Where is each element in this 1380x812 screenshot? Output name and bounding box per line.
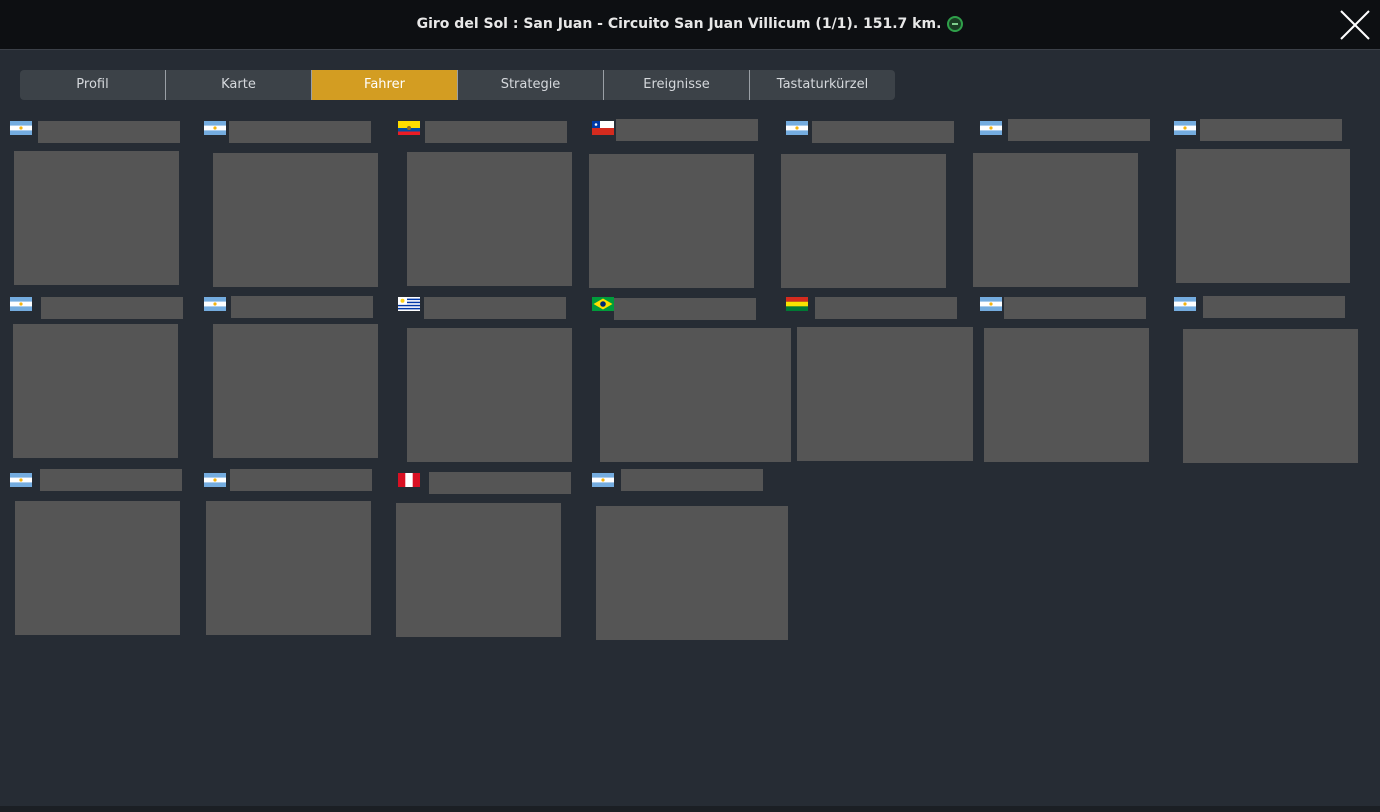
rider-photo-placeholder[interactable] (213, 324, 378, 458)
argentina-flag-icon (204, 297, 226, 311)
flat-stage-icon (947, 16, 964, 32)
rider-photo-placeholder[interactable] (213, 153, 378, 287)
chile-flag-icon (592, 121, 614, 135)
tab-fahrer[interactable]: Fahrer (312, 70, 458, 100)
rider-name-placeholder[interactable] (812, 121, 954, 143)
tab-ereignisse[interactable]: Ereignisse (604, 70, 750, 100)
race-stage-title: Giro del Sol : San Juan - Circuito San J… (0, 0, 1380, 49)
rider-photo-placeholder[interactable] (797, 327, 973, 461)
rider-name-placeholder[interactable] (1200, 119, 1342, 141)
brazil-flag-icon (592, 297, 614, 311)
rider-photo-placeholder[interactable] (13, 324, 178, 458)
argentina-flag-icon (10, 121, 32, 135)
rider-name-placeholder[interactable] (424, 297, 566, 319)
rider-photo-placeholder[interactable] (407, 328, 572, 462)
title-text: Giro del Sol : San Juan - Circuito San J… (416, 16, 942, 32)
rider-name-placeholder[interactable] (815, 297, 957, 319)
title-bar: Giro del Sol : San Juan - Circuito San J… (0, 0, 1380, 50)
rider-name-placeholder[interactable] (38, 121, 180, 143)
rider-name-placeholder[interactable] (614, 298, 756, 320)
rider-photo-placeholder[interactable] (15, 501, 180, 635)
tab-strategie[interactable]: Strategie (458, 70, 604, 100)
argentina-flag-icon (1174, 121, 1196, 135)
rider-photo-placeholder[interactable] (14, 151, 179, 285)
rider-photo-placeholder[interactable] (206, 501, 371, 635)
close-button[interactable] (1338, 8, 1372, 42)
tab-profil[interactable]: Profil (20, 70, 166, 100)
rider-photo-placeholder[interactable] (596, 506, 788, 640)
tab-bar: Profil Karte Fahrer Strategie Ereignisse… (20, 70, 895, 100)
rider-name-placeholder[interactable] (621, 469, 763, 491)
rider-name-placeholder[interactable] (230, 469, 372, 491)
rider-name-placeholder[interactable] (425, 121, 567, 143)
bottom-strip (0, 806, 1380, 812)
rider-photo-placeholder[interactable] (600, 328, 791, 462)
rider-name-placeholder[interactable] (40, 469, 182, 491)
rider-name-placeholder[interactable] (231, 296, 373, 318)
rider-photo-placeholder[interactable] (973, 153, 1138, 287)
rider-photo-placeholder[interactable] (396, 503, 561, 637)
argentina-flag-icon (786, 121, 808, 135)
rider-name-placeholder[interactable] (1008, 119, 1150, 141)
ecuador-flag-icon (398, 121, 420, 135)
rider-photo-placeholder[interactable] (1183, 329, 1358, 463)
rider-name-placeholder[interactable] (41, 297, 183, 319)
rider-name-placeholder[interactable] (1004, 297, 1146, 319)
argentina-flag-icon (10, 297, 32, 311)
rider-name-placeholder[interactable] (1203, 296, 1345, 318)
argentina-flag-icon (204, 121, 226, 135)
rider-name-placeholder[interactable] (429, 472, 571, 494)
rider-photo-placeholder[interactable] (1176, 149, 1350, 283)
argentina-flag-icon (592, 473, 614, 487)
tab-tastaturkuerzel[interactable]: Tastaturkürzel (750, 70, 895, 100)
rider-photo-placeholder[interactable] (984, 328, 1149, 462)
argentina-flag-icon (1174, 297, 1196, 311)
rider-photo-placeholder[interactable] (589, 154, 754, 288)
close-icon (1340, 10, 1370, 40)
rider-photo-placeholder[interactable] (407, 152, 572, 286)
peru-flag-icon (398, 473, 420, 487)
uruguay-flag-icon (398, 297, 420, 311)
tab-karte[interactable]: Karte (166, 70, 312, 100)
argentina-flag-icon (980, 121, 1002, 135)
rider-name-placeholder[interactable] (616, 119, 758, 141)
argentina-flag-icon (204, 473, 226, 487)
rider-photo-placeholder[interactable] (781, 154, 946, 288)
bolivia-flag-icon (786, 297, 808, 311)
argentina-flag-icon (980, 297, 1002, 311)
argentina-flag-icon (10, 473, 32, 487)
rider-name-placeholder[interactable] (229, 121, 371, 143)
